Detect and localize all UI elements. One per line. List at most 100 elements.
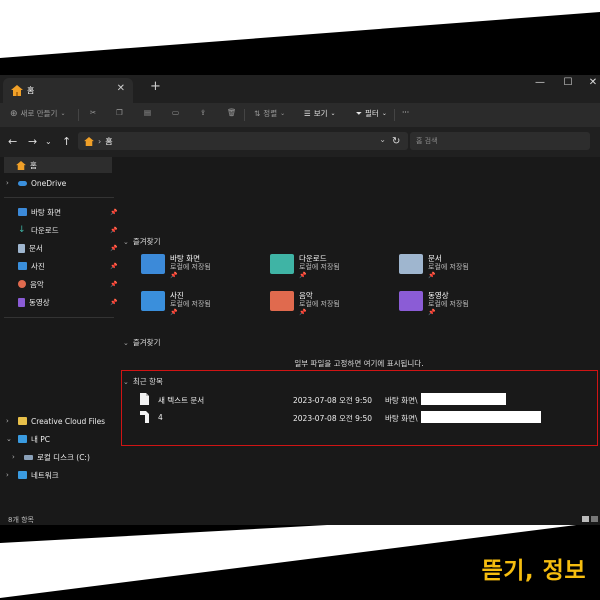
toolbar-divider [244,109,245,121]
expand-chevron-icon[interactable]: › [12,453,21,461]
recent-row[interactable]: 4 2023-07-08 오전 9:50 바탕 화면\ [118,410,588,426]
quick-access-header[interactable]: ⌄ 즐겨찾기 [123,236,160,247]
pin-icon: 📌 [110,299,118,306]
item-status: 로컬에 저장됨 [428,300,469,308]
item-name: 음악 [299,291,313,300]
rename-icon[interactable]: ▭ [172,108,179,117]
item-status: 로컬에 저장됨 [170,263,211,271]
folder-icon [18,417,27,425]
copy-icon[interactable]: ❐ [116,108,123,117]
navigation-pane: 홈 › OneDrive 바탕 화면 📌 ↓ 다운로드 📌 문서 📌 사진 📌 … [0,157,118,517]
close-window-button[interactable]: ✕ [578,77,600,88]
back-arrow-icon[interactable]: ← [8,135,17,148]
nav-item-desktop[interactable]: 바탕 화면 [6,204,61,220]
download-icon: ↓ [18,225,26,235]
item-count: 8개 항목 [8,516,34,524]
collapse-chevron-icon[interactable]: ⌄ [6,435,15,443]
tiles-view-icon[interactable] [591,516,598,522]
recent-header[interactable]: ⌄ 최근 항목 [123,376,163,387]
item-name: 바탕 화면 [170,254,200,263]
pin-icon: 📌 [110,263,118,270]
file-location: 바탕 화면\ [385,414,418,423]
sort-label: 정렬 [263,109,278,118]
item-status: 로컬에 저장됨 [428,263,469,271]
file-date: 2023-07-08 오전 9:50 [293,414,372,423]
up-arrow-icon[interactable]: ↑ [62,135,71,148]
quick-access-documents[interactable]: 문서 로컬에 저장됨 📌 [399,254,469,280]
filter-button[interactable]: ⏷ 필터 ⌄ [356,108,387,119]
plus-circle-icon: ⊕ [10,108,18,119]
pin-icon: 📌 [110,227,118,234]
sort-button[interactable]: ⇅ 정렬 ⌄ [254,108,285,119]
nav-item-local-disk[interactable]: › 로컬 디스크 (C:) [12,449,90,465]
pin-icon: 📌 [110,209,118,216]
collapse-chevron-icon: ⌄ [123,237,129,246]
nav-item-label: Creative Cloud Files [31,416,106,426]
highlight-box [121,370,598,446]
nav-item-downloads[interactable]: ↓ 다운로드 [6,222,59,238]
videos-folder-icon [399,291,423,311]
filter-label: 필터 [365,109,379,118]
tab-title: 홈 [27,86,35,95]
pictures-icon [18,262,27,270]
nav-item-onedrive[interactable]: › OneDrive [6,175,66,191]
search-input[interactable]: 홈 검색 [410,132,590,150]
quick-access-videos[interactable]: 동영상 로컬에 저장됨 📌 [399,291,469,317]
paste-icon[interactable]: ▤ [144,108,151,117]
breadcrumb: 홈 [105,136,113,146]
quick-access-downloads[interactable]: 다운로드 로컬에 저장됨 📌 [270,254,340,280]
computer-icon [18,435,27,443]
nav-item-pictures[interactable]: 사진 [6,258,45,274]
cut-icon[interactable]: ✂ [90,108,96,117]
desktop-folder-icon [141,254,165,274]
recent-row[interactable]: 새 텍스트 문서 2023-07-08 오전 9:50 바탕 화면\ [118,392,588,408]
view-icon: ☰ [304,109,311,118]
nav-item-videos[interactable]: 동영상 [6,294,50,310]
expand-chevron-icon[interactable]: › [6,179,15,187]
close-tab-button[interactable]: ✕ [117,83,125,94]
address-bar[interactable]: › 홈 ⌄ [78,132,408,150]
home-icon [84,136,94,146]
expand-chevron-icon[interactable]: › [6,417,15,425]
quick-access-pictures[interactable]: 사진 로컬에 저장됨 📌 [141,291,211,317]
chevron-down-icon: ⌄ [330,110,336,117]
quick-access-desktop[interactable]: 바탕 화면 로컬에 저장됨 📌 [141,254,211,280]
favorites-header[interactable]: ⌄ 즐겨찾기 [123,337,160,348]
file-date: 2023-07-08 오전 9:50 [293,396,372,405]
file-name: 4 [158,413,163,422]
address-history-chevron-icon[interactable]: ⌄ [379,135,386,144]
nav-item-documents[interactable]: 문서 [6,240,43,256]
details-view-icon[interactable] [582,516,589,522]
forward-arrow-icon[interactable]: → [28,135,37,148]
nav-item-this-pc[interactable]: ⌄ 내 PC [6,431,50,447]
delete-icon[interactable]: 🗑 [227,108,237,117]
new-tab-button[interactable]: + [150,79,161,94]
cloud-icon [18,180,27,186]
nav-item-network[interactable]: › 네트워크 [6,467,59,483]
tab-home[interactable]: 홈 ✕ [3,78,133,103]
nav-item-music[interactable]: 음악 [6,276,44,292]
chevron-down-icon: ⌄ [280,110,286,117]
item-name: 동영상 [428,291,449,300]
pin-icon: 📌 [299,309,307,316]
more-options-button[interactable]: ··· [402,108,409,117]
nav-item-creative-cloud[interactable]: › Creative Cloud Files [6,413,105,429]
nav-item-home[interactable]: 홈 [4,157,112,173]
view-button[interactable]: ☰ 보기 ⌄ [304,108,336,119]
pin-icon: 📌 [170,272,178,279]
chevron-down-icon: ⌄ [381,110,387,117]
music-icon [18,280,26,288]
recent-locations-chevron-icon[interactable]: ⌄ [45,137,52,146]
refresh-icon[interactable]: ↻ [392,136,400,147]
address-row: ← → ⌄ ↑ › 홈 ⌄ ↻ 홈 검색 [0,127,600,157]
item-status: 로컬에 저장됨 [299,263,340,271]
nav-divider [4,197,114,198]
text-file-icon [140,393,149,405]
new-button[interactable]: ⊕ 새로 만들기 ⌄ [10,108,65,119]
minimize-button[interactable]: — [525,77,555,88]
video-icon [18,297,25,307]
expand-chevron-icon[interactable]: › [6,471,15,479]
downloads-folder-icon [270,254,294,274]
quick-access-music[interactable]: 음악 로컬에 저장됨 📌 [270,291,340,317]
share-icon[interactable]: ⇪ [200,108,206,117]
